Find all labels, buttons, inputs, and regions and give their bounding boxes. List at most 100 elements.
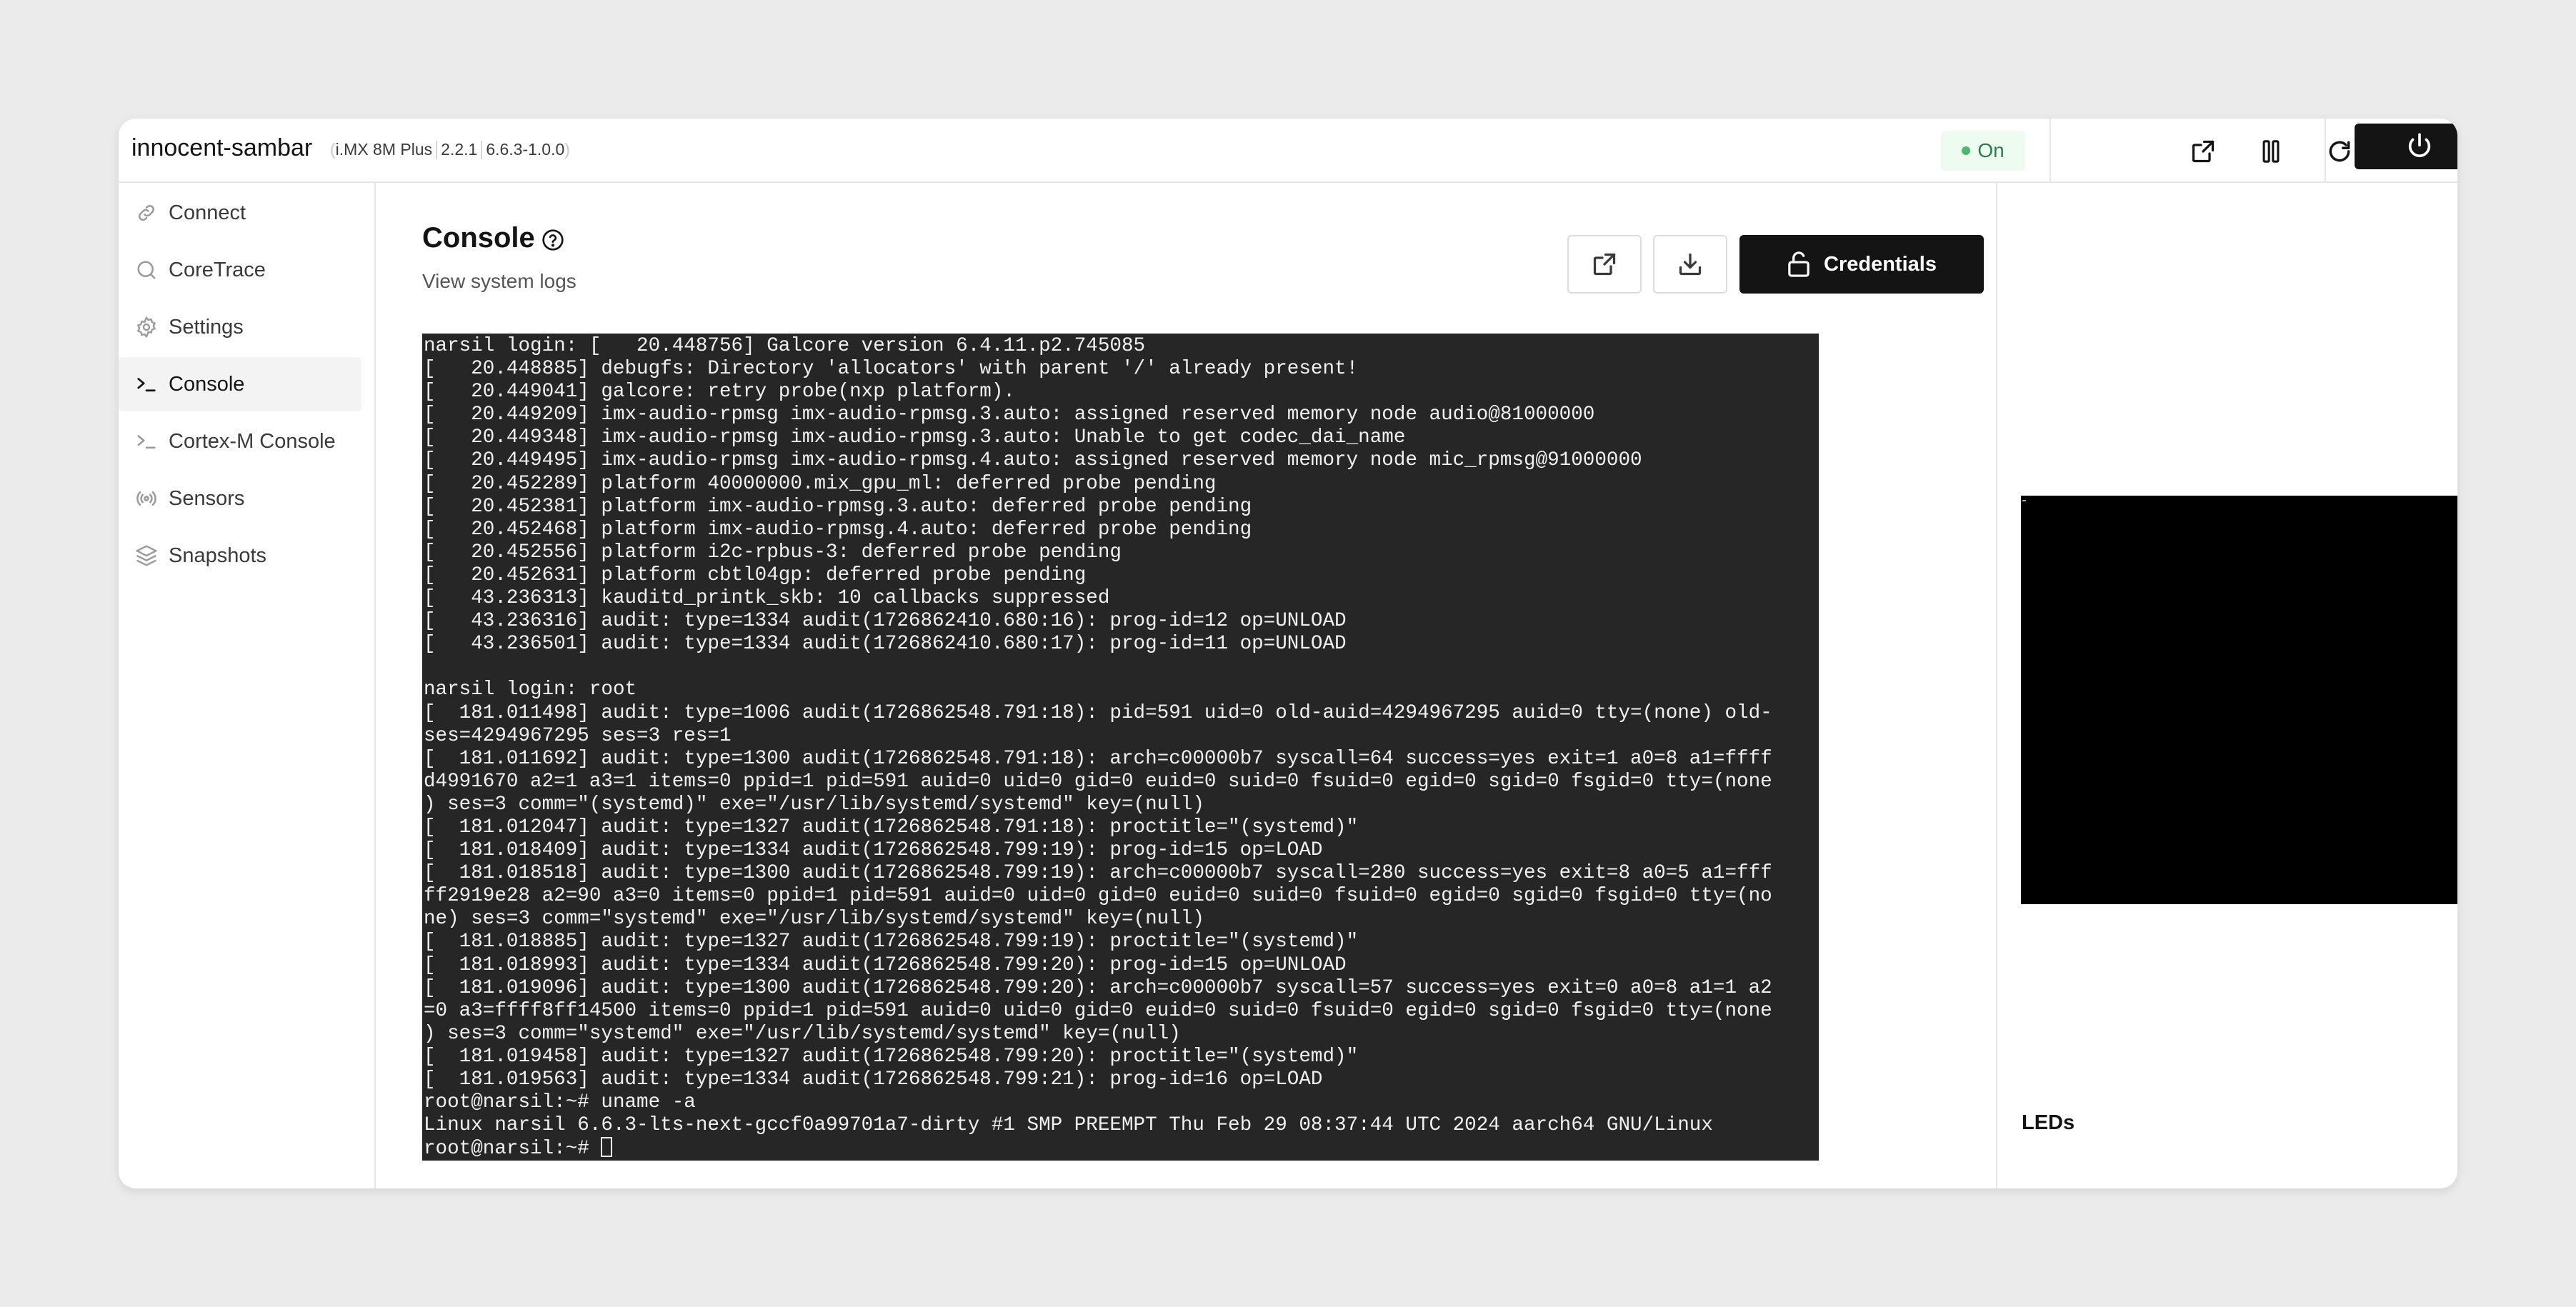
terminal-line: [ 20.448885] debugfs: Directory 'allocat… — [424, 358, 1359, 381]
broadcast-icon — [134, 486, 159, 511]
console-terminal[interactable]: narsil login: [ 20.448756] Galcore versi… — [422, 334, 1819, 1161]
meta-board: i.MX 8M Plus — [335, 140, 433, 159]
status-label: On — [1977, 139, 2005, 161]
terminal-line: [ 20.452556] platform i2c-rpbus-3: defer… — [424, 541, 1122, 564]
device-meta: ( i.MX 8M Plus 2.2.1 6.6.3-1.0.0 ) — [330, 140, 570, 159]
device-card: innocent-sambar ( i.MX 8M Plus 2.2.1 6.6… — [119, 119, 2457, 1188]
terminal-line: [ 20.449041] galcore: retry probe(nxp pl… — [424, 381, 1015, 404]
sidebar-item-connect[interactable]: Connect — [119, 186, 361, 240]
refresh-icon — [2329, 141, 2350, 162]
pause-button[interactable] — [2255, 136, 2287, 167]
terminal-line: ff2919e28 a2=90 a3=0 items=0 ppid=1 pid=… — [424, 885, 1772, 908]
sidebar-item-label: Console — [169, 372, 245, 396]
terminal-prompt-line: root@narsil:~# — [424, 1137, 1819, 1160]
terminal-line: Linux narsil 6.6.3-lts-next-gccf0a99701a… — [424, 1114, 1713, 1137]
terminal-line: [ 181.018993] audit: type=1334 audit(172… — [424, 953, 1347, 976]
terminal-line: ) ses=3 comm="systemd" exe="/usr/lib/sys… — [424, 1022, 1181, 1045]
terminal-line: [ 20.452381] platform imx-audio-rpmsg.3.… — [424, 495, 1252, 518]
display-preview[interactable] — [2021, 496, 2457, 904]
terminal-cursor — [601, 1137, 613, 1158]
pause-icon — [2262, 140, 2280, 163]
meta-close-paren: ) — [564, 140, 570, 159]
terminal-line: d4991670 a2=1 a3=1 items=0 ppid=1 pid=59… — [424, 770, 1772, 793]
external-link-icon — [2192, 140, 2215, 163]
sidebar-item-label: CoreTrace — [169, 258, 266, 281]
sidebar-item-label: Sensors — [169, 486, 245, 510]
leds-title: LEDs — [2022, 1111, 2075, 1134]
power-icon — [2408, 133, 2431, 157]
device-side-panel: LEDs — [1996, 183, 2457, 1188]
terminal-line: =0 a3=ffff8ff14500 items=0 ppid=1 pid=59… — [424, 999, 1772, 1022]
download-icon — [1679, 253, 1702, 276]
terminal-line: [ 181.011692] audit: type=1300 audit(172… — [424, 747, 1772, 770]
unlock-icon — [1788, 251, 1809, 277]
open-external-button[interactable] — [2187, 136, 2219, 167]
terminal-icon — [134, 372, 159, 396]
terminal-line: ) ses=3 comm="(systemd)" exe="/usr/lib/s… — [424, 793, 1204, 816]
meta-separator — [481, 140, 483, 159]
gear-icon — [134, 315, 159, 339]
sidebar-item-console[interactable]: Console — [119, 357, 361, 411]
terminal-line: [ 43.236316] audit: type=1334 audit(1726… — [424, 610, 1347, 633]
restart-button[interactable] — [2324, 136, 2355, 167]
terminal-prompt: root@narsil:~# — [424, 1138, 601, 1161]
terminal-line: [ 181.018518] audit: type=1300 audit(172… — [424, 862, 1772, 885]
link-icon — [134, 201, 159, 225]
terminal-line: [ 20.449209] imx-audio-rpmsg imx-audio-r… — [424, 404, 1595, 426]
terminal-icon — [134, 429, 159, 454]
terminal-line: [ 181.012047] audit: type=1327 audit(172… — [424, 816, 1359, 838]
download-logs-button[interactable] — [1653, 235, 1727, 294]
device-header: innocent-sambar ( i.MX 8M Plus 2.2.1 6.6… — [119, 119, 2457, 183]
credentials-button[interactable]: Credentials — [1739, 235, 1984, 294]
terminal-line: narsil login: root — [424, 678, 637, 701]
terminal-line: [ 20.449348] imx-audio-rpmsg imx-audio-r… — [424, 426, 1406, 449]
terminal-line: [ 181.019563] audit: type=1334 audit(172… — [424, 1068, 1323, 1091]
sidebar-item-sensors[interactable]: Sensors — [119, 471, 361, 526]
search-icon — [134, 258, 159, 282]
sidebar-item-label: Cortex-M Console — [169, 429, 336, 453]
sidebar-item-coretrace[interactable]: CoreTrace — [119, 243, 361, 297]
page-subtitle: View system logs — [422, 270, 576, 292]
device-name: innocent-sambar — [131, 134, 313, 161]
status-dot-icon — [1962, 146, 1971, 155]
external-link-icon — [1593, 253, 1616, 276]
terminal-line: [ 181.019458] audit: type=1327 audit(172… — [424, 1045, 1359, 1068]
meta-bsp: 6.6.3-1.0.0 — [486, 140, 565, 159]
display-cursor — [2022, 500, 2026, 501]
terminal-line: [ 20.452289] platform 40000000.mix_gpu_m… — [424, 472, 1217, 495]
terminal-line: [ 43.236313] kauditd_printk_skb: 10 call… — [424, 587, 1110, 610]
terminal-line: root@narsil:~# uname -a — [424, 1091, 696, 1114]
open-console-external-button[interactable] — [1567, 235, 1642, 294]
sidebar-item-label: Settings — [169, 315, 244, 339]
meta-separator — [436, 140, 438, 159]
terminal-line: [ 181.018409] audit: type=1334 audit(172… — [424, 839, 1323, 862]
terminal-line: [ 181.011498] audit: type=1006 audit(172… — [424, 701, 1772, 724]
sidebar-item-settings[interactable]: Settings — [119, 300, 361, 354]
sidebar: Connect CoreTrace Settings Console Corte… — [119, 183, 376, 1188]
terminal-line: [ 20.452468] platform imx-audio-rpmsg.4.… — [424, 518, 1252, 541]
terminal-line: ne) ses=3 comm="systemd" exe="/usr/lib/s… — [424, 908, 1204, 931]
terminal-line: [ 43.236501] audit: type=1334 audit(1726… — [424, 633, 1347, 656]
sidebar-item-snapshots[interactable]: Snapshots — [119, 529, 361, 583]
meta-open-paren: ( — [330, 140, 336, 159]
terminal-line: [ 181.019096] audit: type=1300 audit(172… — [424, 976, 1772, 999]
power-button[interactable] — [2355, 124, 2457, 169]
terminal-line: [ 20.449495] imx-audio-rpmsg imx-audio-r… — [424, 449, 1642, 472]
meta-version: 2.2.1 — [441, 140, 478, 159]
help-icon[interactable] — [541, 229, 564, 251]
terminal-line: narsil login: [ 20.448756] Galcore versi… — [424, 335, 1146, 357]
terminal-line: ses=4294967295 ses=3 res=1 — [424, 724, 732, 747]
terminal-line: [ 181.018885] audit: type=1327 audit(172… — [424, 931, 1359, 953]
sidebar-item-label: Connect — [169, 201, 246, 224]
layers-icon — [134, 544, 159, 568]
credentials-label: Credentials — [1824, 252, 1937, 276]
page-title: Console — [422, 222, 535, 254]
terminal-line: [ 20.452631] platform cbtl04gp: deferred… — [424, 564, 1087, 586]
console-main: Console View system logs Credentials nar… — [376, 183, 1996, 1188]
sidebar-item-cortex-m-console[interactable]: Cortex-M Console — [119, 414, 361, 469]
header-divider — [2050, 119, 2051, 183]
sidebar-item-label: Snapshots — [169, 544, 267, 567]
status-badge: On — [1941, 131, 2025, 171]
header-divider — [2325, 119, 2326, 183]
